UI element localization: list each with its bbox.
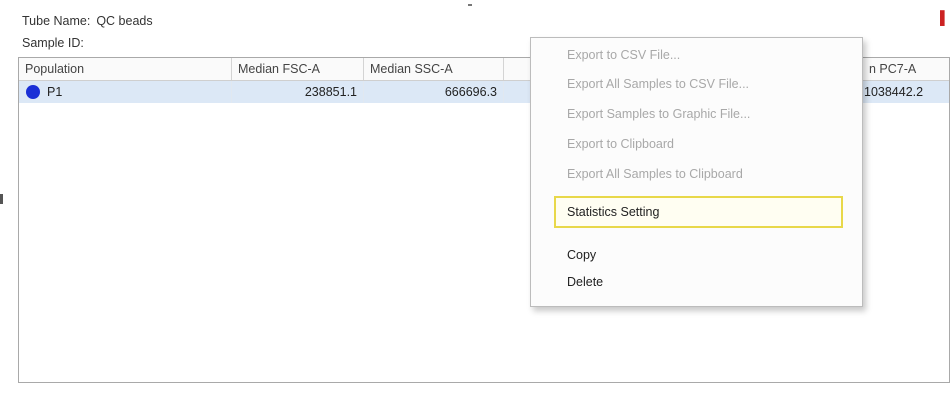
population-cell: P1 (19, 81, 232, 103)
column-header-pc7-a[interactable]: n PC7-A (862, 58, 951, 80)
menu-item-export-all-csv[interactable]: Export All Samples to CSV File... (567, 74, 749, 94)
column-header-median-ssc-a[interactable]: Median SSC-A (364, 58, 504, 80)
tube-name-label: Tube Name: (22, 14, 91, 28)
menu-item-copy[interactable]: Copy (567, 245, 596, 265)
menu-item-export-csv[interactable]: Export to CSV File... (567, 45, 680, 65)
menu-item-export-clipboard[interactable]: Export to Clipboard (567, 134, 674, 154)
menu-item-statistics-setting[interactable]: Statistics Setting (554, 196, 843, 228)
sample-id-label: Sample ID: (22, 36, 84, 50)
sample-id-row: Sample ID: (22, 36, 90, 50)
tube-name-row: Tube Name: QC beads (22, 14, 153, 28)
median-ssc-a-cell: 666696.3 (364, 81, 504, 103)
menu-item-delete[interactable]: Delete (567, 272, 603, 292)
menu-item-export-graphic[interactable]: Export Samples to Graphic File... (567, 104, 750, 124)
pc7-a-cell: 1038442.2 (864, 85, 924, 99)
tube-name-value: QC beads (96, 14, 153, 28)
population-color-dot-icon (26, 85, 40, 99)
top-mark (468, 4, 472, 6)
window-edge-tick (0, 194, 3, 204)
close-mark-icon[interactable]: ▌ (940, 11, 949, 24)
context-menu: Export to CSV File... Export All Samples… (530, 37, 863, 307)
menu-item-statistics-setting-label: Statistics Setting (567, 205, 660, 219)
column-header-median-fsc-a[interactable]: Median FSC-A (232, 58, 364, 80)
column-header-population[interactable]: Population (19, 58, 232, 80)
median-fsc-a-cell: 238851.1 (232, 81, 364, 103)
population-name: P1 (47, 85, 63, 99)
menu-item-export-all-clipboard[interactable]: Export All Samples to Clipboard (567, 164, 743, 184)
